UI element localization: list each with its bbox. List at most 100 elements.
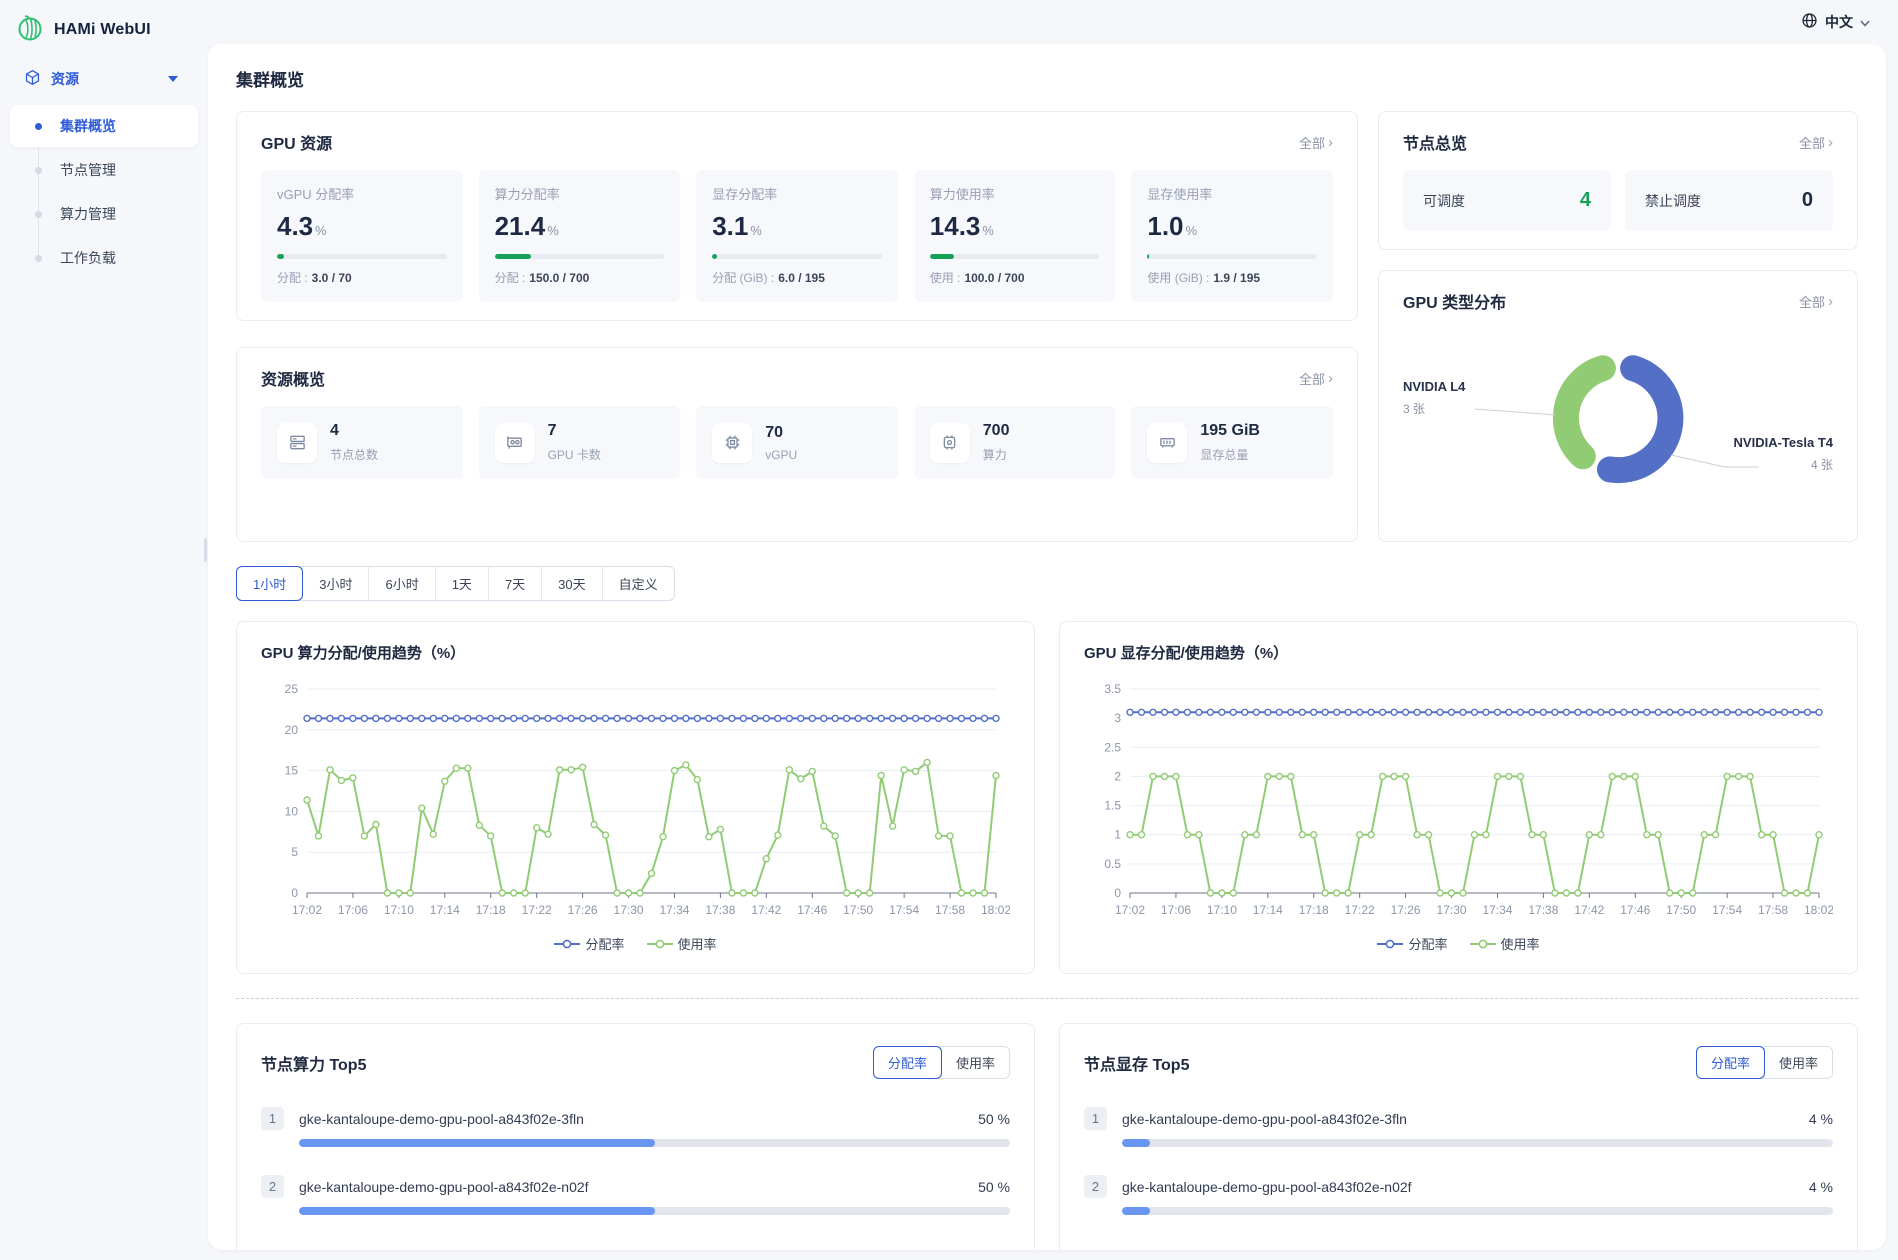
- stat-value: 14.3: [930, 211, 981, 241]
- svg-text:17:10: 17:10: [1207, 903, 1237, 917]
- stat-detail-value: 100.0 / 700: [964, 271, 1024, 285]
- stat-detail-value: 1.9 / 195: [1213, 271, 1260, 285]
- node-value: 4 %: [1809, 1179, 1833, 1195]
- pie-slice-name: NVIDIA-Tesla T4: [1734, 435, 1833, 450]
- svg-text:17:38: 17:38: [1528, 903, 1558, 917]
- sidebar-collapse-handle[interactable]: [204, 538, 207, 562]
- schedulable-box: 可调度 4: [1403, 170, 1611, 231]
- gpu-resources-view-all-link[interactable]: 全部 ›: [1299, 133, 1333, 152]
- unschedulable-box: 禁止调度 0: [1625, 170, 1833, 231]
- svg-text:17:46: 17:46: [1620, 903, 1650, 917]
- gpu-types-view-all-link[interactable]: 全部 ›: [1799, 292, 1833, 311]
- sidebar-item-workloads[interactable]: 工作负载: [10, 237, 198, 279]
- svg-text:17:42: 17:42: [751, 903, 781, 917]
- chart-legend: 分配率 使用率: [1084, 934, 1833, 953]
- svg-text:17:58: 17:58: [1758, 903, 1788, 917]
- stat-detail-value: 3.0 / 70: [312, 271, 352, 285]
- chevron-down-icon: [168, 76, 178, 82]
- resource-label: GPU 卡数: [548, 446, 601, 463]
- time-tab-6h[interactable]: 6小时: [368, 567, 434, 600]
- legend-item[interactable]: 分配率: [554, 934, 624, 953]
- svg-text:17:18: 17:18: [476, 903, 506, 917]
- language-selector[interactable]: 中文: [1801, 12, 1870, 32]
- svg-text:3.5: 3.5: [1104, 682, 1121, 696]
- stat-unit: %: [750, 223, 762, 238]
- node-memory-top5-card: 节点显存 Top5 分配率 使用率 1 gke-kantaloupe-demo-…: [1059, 1023, 1858, 1250]
- stat-value: 3.1: [712, 211, 748, 241]
- time-tab-custom[interactable]: 自定义: [602, 567, 674, 600]
- svg-text:0: 0: [291, 886, 298, 900]
- time-tab-30d[interactable]: 30天: [541, 567, 601, 600]
- resource-item-memory: 195 GiB 显存总量: [1131, 406, 1333, 479]
- resource-overview-view-all-link[interactable]: 全部 ›: [1299, 369, 1333, 388]
- node-name: gke-kantaloupe-demo-gpu-pool-a843f02e-n0…: [1122, 1179, 1809, 1195]
- svg-text:17:22: 17:22: [1345, 903, 1375, 917]
- legend-item[interactable]: 使用率: [647, 934, 717, 953]
- time-tab-3h[interactable]: 3小时: [302, 567, 368, 600]
- sidebar-item-compute-management[interactable]: 算力管理: [10, 193, 198, 235]
- node-overview-view-all-link[interactable]: 全部 ›: [1799, 133, 1833, 152]
- stat-value: 4.3: [277, 211, 313, 241]
- node-name: gke-kantaloupe-demo-gpu-pool-a843f02e-3f…: [1122, 1111, 1809, 1127]
- node-value: 4 %: [1809, 1111, 1833, 1127]
- view-all-label: 全部: [1299, 133, 1325, 152]
- toggle-allocation-rate[interactable]: 分配率: [873, 1046, 942, 1079]
- rank-badge: 2: [1084, 1175, 1107, 1198]
- toggle-usage-rate[interactable]: 使用率: [1764, 1047, 1832, 1078]
- svg-text:17:34: 17:34: [659, 903, 689, 917]
- node-progress-bar: [299, 1139, 1010, 1147]
- svg-text:15: 15: [285, 764, 299, 778]
- stat-detail-value: 6.0 / 195: [778, 271, 825, 285]
- hami-logo-icon: [16, 14, 44, 45]
- rank-badge: 1: [261, 1107, 284, 1130]
- card-title: 节点总览: [1403, 130, 1467, 154]
- svg-text:17:54: 17:54: [889, 903, 919, 917]
- stat-memory-usage: 显存使用率 1.0% 使用 (GiB) :1.9 / 195: [1131, 170, 1333, 302]
- svg-text:17:38: 17:38: [705, 903, 735, 917]
- chart-title: GPU 显存分配/使用趋势（%）: [1084, 642, 1833, 663]
- svg-text:17:02: 17:02: [292, 903, 322, 917]
- node-progress-bar: [1122, 1207, 1833, 1215]
- sidebar-item-node-management[interactable]: 节点管理: [10, 149, 198, 191]
- resource-value: 195 GiB: [1200, 422, 1260, 440]
- svg-text:17:26: 17:26: [1391, 903, 1421, 917]
- svg-text:17:02: 17:02: [1115, 903, 1145, 917]
- svg-text:25: 25: [285, 682, 299, 696]
- sidebar-item-cluster-overview[interactable]: 集群概览: [10, 105, 198, 147]
- toggle-allocation-rate[interactable]: 分配率: [1696, 1046, 1765, 1079]
- resource-label: vGPU: [765, 448, 797, 462]
- app-root: HAMi WebUI 资源 集群概览: [0, 0, 1898, 1260]
- gpu-type-donut-chart: NVIDIA L4 3 张 NVIDIA-Tesla T4 4 张: [1403, 323, 1833, 523]
- legend-item[interactable]: 分配率: [1377, 934, 1447, 953]
- svg-text:17:26: 17:26: [568, 903, 598, 917]
- time-tab-1h[interactable]: 1小时: [236, 566, 303, 601]
- stat-detail-label: 使用 (GiB) :: [1147, 271, 1209, 285]
- svg-text:18:02: 18:02: [981, 903, 1010, 917]
- stat-detail-label: 分配 :: [277, 271, 308, 285]
- legend-item[interactable]: 使用率: [1470, 934, 1540, 953]
- stat-label: 显存使用率: [1147, 184, 1317, 203]
- time-tab-7d[interactable]: 7天: [488, 567, 541, 600]
- stat-value: 21.4: [495, 211, 546, 241]
- svg-text:17:50: 17:50: [843, 903, 873, 917]
- stat-detail-label: 分配 :: [495, 271, 526, 285]
- nav-group-label: 资源: [51, 69, 158, 89]
- stat-unit: %: [315, 223, 327, 238]
- card-title: 资源概览: [261, 366, 325, 390]
- time-tab-1d[interactable]: 1天: [435, 567, 488, 600]
- top5-row-1: 1 gke-kantaloupe-demo-gpu-pool-a843f02e-…: [261, 1107, 1010, 1147]
- stat-detail-value: 150.0 / 700: [529, 271, 589, 285]
- svg-text:10: 10: [285, 804, 299, 818]
- svg-text:17:14: 17:14: [430, 903, 460, 917]
- toggle-usage-rate[interactable]: 使用率: [941, 1047, 1009, 1078]
- chevron-right-icon: ›: [1328, 135, 1333, 150]
- nav-group-resources[interactable]: 资源: [0, 55, 208, 103]
- resource-value: 70: [765, 424, 797, 442]
- resource-item-compute: 700 算力: [914, 406, 1116, 479]
- svg-text:17:46: 17:46: [797, 903, 827, 917]
- resource-items-row: 4 节点总数: [261, 406, 1333, 479]
- node-compute-top5-card: 节点算力 Top5 分配率 使用率 1 gke-kantaloupe-demo-…: [236, 1023, 1035, 1250]
- memory-trend-card: GPU 显存分配/使用趋势（%） 00.511.522.533.517:0217…: [1059, 621, 1858, 974]
- sidebar: HAMi WebUI 资源 集群概览: [0, 0, 208, 1260]
- memory-icon: [1147, 423, 1187, 463]
